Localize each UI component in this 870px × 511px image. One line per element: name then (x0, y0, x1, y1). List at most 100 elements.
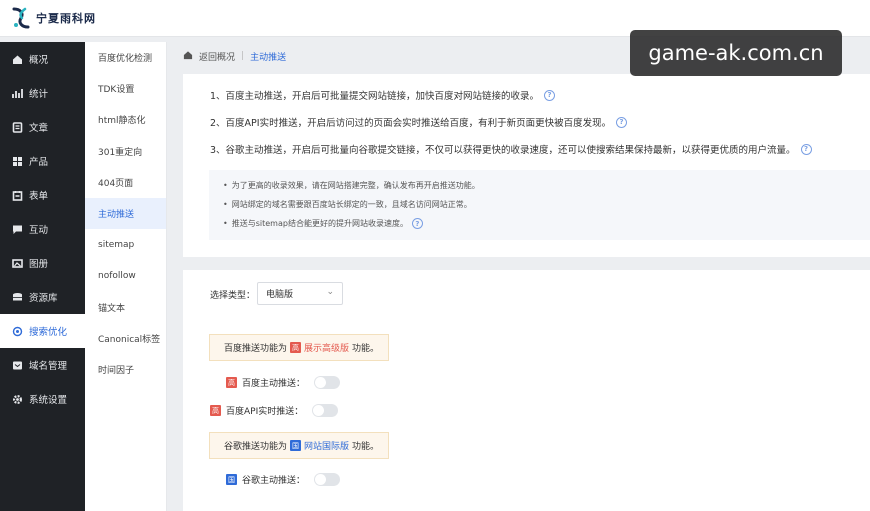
note-item: • 为了更高的收录效果，请在网站搭建完整，确认发布再开启推送功能。 (223, 180, 480, 191)
bullet-icon: • (223, 200, 228, 209)
help-icon[interactable]: ? (800, 143, 812, 155)
seo-icon (12, 326, 23, 337)
intro-line-text: 1、百度主动推送，开启后可批量提交网站链接，加快百度对网站链接的收录。 (210, 91, 540, 102)
sidebar-item-resources[interactable]: 资源库 (0, 280, 85, 314)
sidebar-item-label: 互动 (29, 225, 49, 236)
intro-line: 2、百度API实时推送，开启后访问过的页面会实时推送给百度，有利于新页面更快被百… (210, 115, 628, 129)
google-info-box: 谷歌推送功能为 国 网站国际版 功能。 (209, 432, 389, 459)
note-item: • 网站绑定的域名需要跟百度站长绑定的一致，且域名访问网站正常。 (223, 199, 472, 210)
sidebar-item-seo[interactable]: 搜索优化 (0, 314, 85, 348)
subnav-item-sitemap[interactable]: sitemap (85, 229, 166, 260)
back-to-overview-link[interactable]: 返回概况 (199, 50, 235, 63)
brand-name: 宁夏雨科网 (36, 12, 96, 25)
premium-edition-link[interactable]: 展示高级版 (304, 341, 349, 354)
subnav-item-baidu-check[interactable]: 百度优化检测 (85, 42, 166, 73)
notes-box: • 为了更高的收录效果，请在网站搭建完整，确认发布再开启推送功能。 • 网站绑定… (209, 170, 870, 240)
intro-line-text: 3、谷歌主动推送，开启后可批量向谷歌提交链接，不仅可以获得更快的收录速度，还可以… (210, 145, 796, 156)
form-icon (12, 190, 23, 201)
sidebar-item-album[interactable]: 图册 (0, 246, 85, 280)
intro-line: 1、百度主动推送，开启后可批量提交网站链接，加快百度对网站链接的收录。 ? (210, 88, 556, 102)
home-icon (12, 54, 23, 65)
subnav-item-404[interactable]: 404页面 (85, 167, 166, 198)
note-item: • 推送与sitemap结合能更好的提升网站收录速度。 ? (223, 218, 423, 229)
sidebar-item-stats[interactable]: 统计 (0, 76, 85, 110)
baidu-active-push-row: 高 百度主动推送： (226, 376, 341, 389)
baidu-api-push-switch[interactable] (312, 404, 339, 417)
chart-icon (12, 88, 23, 99)
sidebar-item-label: 搜索优化 (29, 327, 68, 338)
baidu-api-push-row: 高 百度API实时推送： (210, 404, 339, 417)
logo-icon (10, 6, 32, 30)
toggle-label: 百度主动推送： (242, 379, 306, 389)
intro-line: 3、谷歌主动推送，开启后可批量向谷歌提交链接，不仅可以获得更快的收录速度，还可以… (210, 142, 812, 156)
sidebar-item-articles[interactable]: 文章 (0, 110, 85, 144)
sidebar-item-label: 图册 (29, 259, 49, 270)
note-text: 网站绑定的域名需要跟百度站长绑定的一致，且域名访问网站正常。 (231, 200, 472, 209)
bullet-icon: • (223, 219, 228, 228)
premium-tag-icon: 高 (290, 342, 302, 353)
subnav-item-anchor-text[interactable]: 锚文本 (85, 292, 166, 323)
select-type-label: 选择类型： (210, 291, 256, 301)
google-active-push-switch[interactable] (314, 473, 341, 486)
settings-panel: 选择类型： 电脑版 ⌄ 百度推送功能为 高 展示高级版 功能。 高 百度主动推送… (183, 270, 870, 511)
sidebar-item-label: 域名管理 (29, 361, 68, 372)
database-icon (12, 292, 23, 303)
document-icon (12, 121, 23, 133)
baidu-info-box: 百度推送功能为 高 展示高级版 功能。 (209, 334, 389, 361)
switch-knob (313, 405, 325, 416)
international-edition-link[interactable]: 网站国际版 (304, 439, 349, 452)
gear-icon (12, 394, 23, 405)
help-icon[interactable]: ? (616, 116, 628, 128)
premium-tag-icon: 高 (226, 377, 237, 388)
sidebar-item-forms[interactable]: 表单 (0, 178, 85, 212)
chevron-down-icon: ⌄ (326, 287, 334, 297)
toggle-label: 百度API实时推送： (226, 407, 304, 417)
watermark: game-ak.com.cn (630, 30, 842, 76)
breadcrumb-separator: | (241, 51, 245, 61)
type-select[interactable]: 电脑版 ⌄ (257, 282, 343, 305)
sidebar-item-overview[interactable]: 概况 (0, 42, 85, 76)
select-value: 电脑版 (266, 290, 294, 300)
seo-subnav: 百度优化检测 TDK设置 html静态化 301重定向 404页面 主动推送 s… (85, 42, 167, 511)
sidebar-item-domain[interactable]: 域名管理 (0, 348, 85, 382)
international-tag-icon: 国 (226, 474, 237, 485)
subnav-item-tdk[interactable]: TDK设置 (85, 73, 166, 104)
international-tag-icon: 国 (290, 440, 302, 451)
sidebar-item-settings[interactable]: 系统设置 (0, 382, 85, 416)
sidebar-item-products[interactable]: 产品 (0, 144, 85, 178)
chat-icon (12, 224, 23, 235)
home-icon[interactable] (183, 50, 193, 63)
subnav-item-301[interactable]: 301重定向 (85, 136, 166, 167)
help-icon[interactable]: ? (544, 89, 556, 101)
breadcrumb: 返回概况 | 主动推送 (183, 45, 286, 67)
sidebar-item-label: 表单 (29, 191, 49, 202)
baidu-active-push-switch[interactable] (314, 376, 341, 389)
brand-logo[interactable]: 宁夏雨科网 (10, 6, 96, 30)
subnav-item-time-factor[interactable]: 时间因子 (85, 354, 166, 385)
sidebar-item-interaction[interactable]: 互动 (0, 212, 85, 246)
sidebar-item-label: 文章 (29, 123, 49, 134)
subnav-item-nofollow[interactable]: nofollow (85, 260, 166, 291)
switch-knob (315, 377, 327, 388)
sidebar-item-label: 资源库 (29, 293, 58, 304)
subnav-item-canonical[interactable]: Canonical标签 (85, 323, 166, 354)
intro-panel: 1、百度主动推送，开启后可批量提交网站链接，加快百度对网站链接的收录。 ? 2、… (183, 74, 870, 257)
premium-tag-icon: 高 (210, 405, 221, 416)
breadcrumb-current: 主动推送 (250, 52, 287, 63)
help-icon[interactable]: ? (411, 218, 423, 229)
domain-icon (12, 360, 23, 371)
subnav-item-html-static[interactable]: html静态化 (85, 104, 166, 135)
note-text: 推送与sitemap结合能更好的提升网站收录速度。 (231, 219, 408, 228)
grid-icon (12, 156, 23, 167)
sidebar-item-label: 系统设置 (29, 395, 68, 406)
switch-knob (315, 474, 327, 485)
info-prefix: 百度推送功能为 (224, 344, 288, 354)
subnav-item-active-push[interactable]: 主动推送 (85, 197, 166, 230)
album-icon (12, 258, 23, 269)
bullet-icon: • (223, 181, 228, 190)
info-suffix: 功能。 (352, 344, 380, 354)
main-sidebar: 概况 统计 文章 产品 表单 互动 图册 资源库 搜索优化 域名管理 系统设置 (0, 42, 85, 511)
google-active-push-row: 国 谷歌主动推送： (226, 473, 341, 486)
sidebar-item-label: 产品 (29, 157, 49, 168)
sidebar-item-label: 统计 (29, 89, 49, 100)
